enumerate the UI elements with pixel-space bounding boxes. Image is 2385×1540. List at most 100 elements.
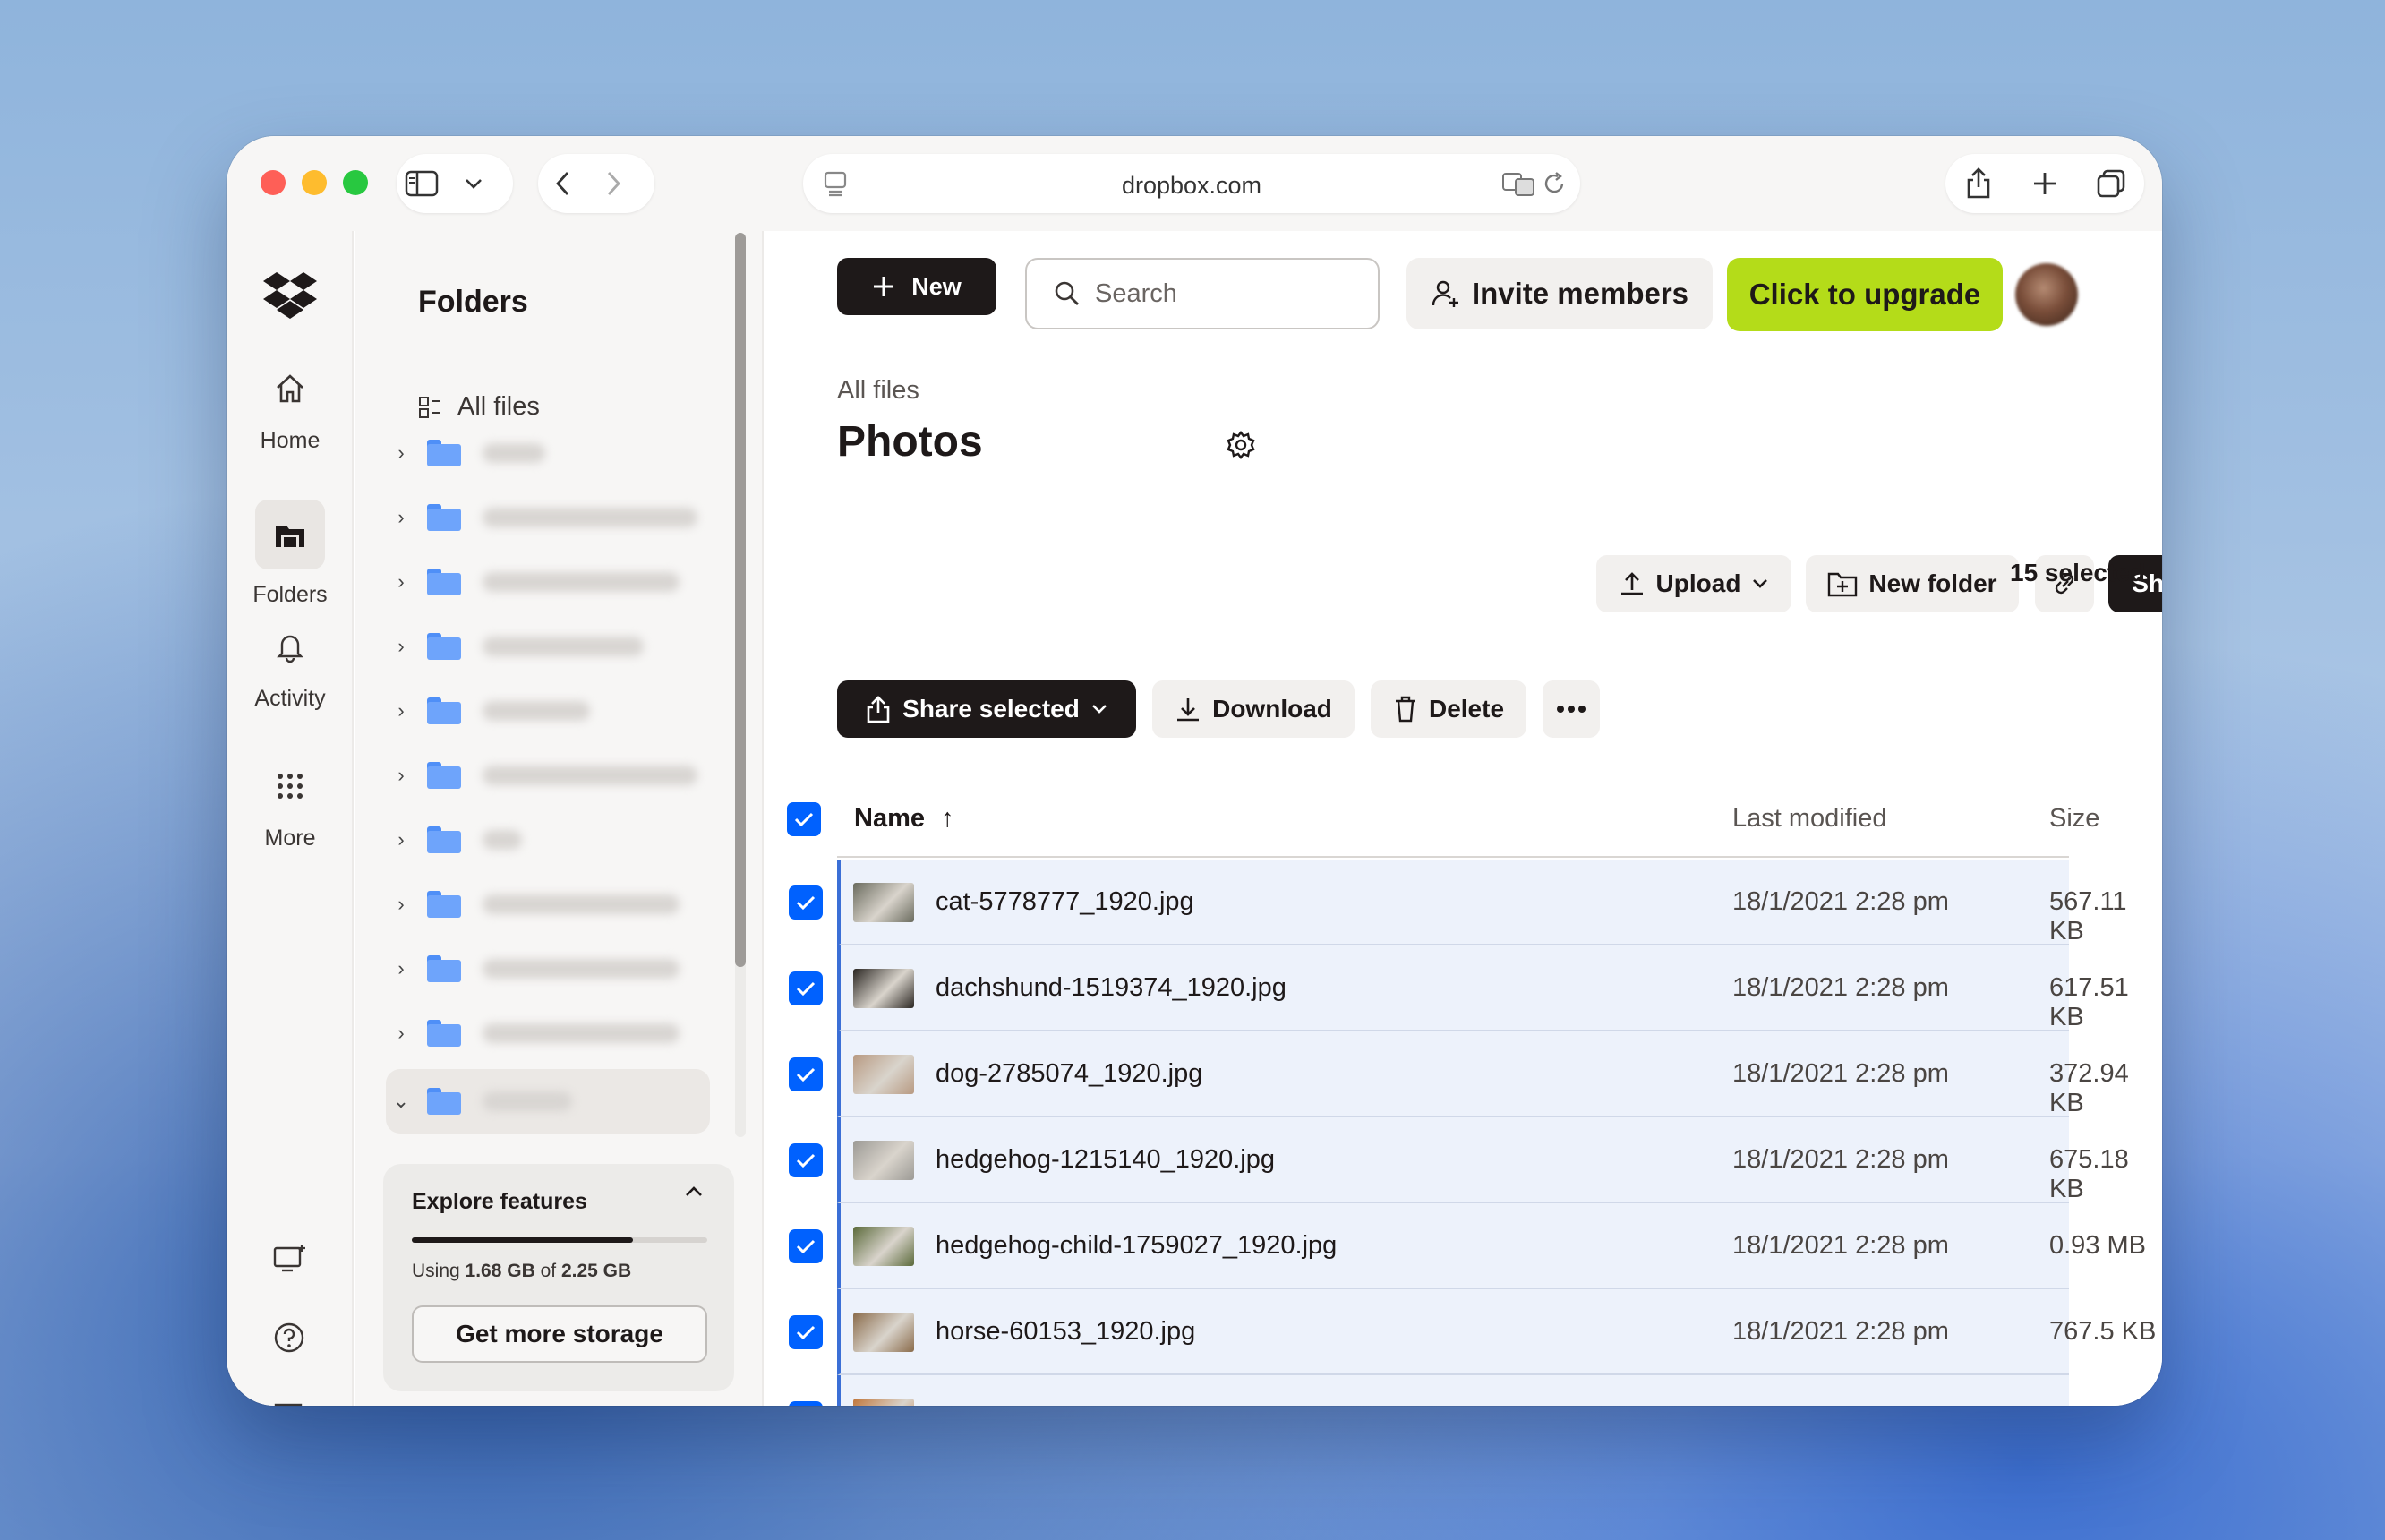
file-name[interactable]: dog-2785074_1920.jpg bbox=[936, 1059, 1202, 1089]
browser-actions bbox=[1945, 154, 2144, 213]
folder-row[interactable]: › bbox=[386, 491, 708, 544]
chevron-right-icon[interactable]: › bbox=[386, 441, 416, 465]
maximize-window-button[interactable] bbox=[343, 170, 368, 195]
rail-item-label: Folders bbox=[252, 582, 328, 607]
rail-item-folders[interactable]: Folders bbox=[227, 500, 354, 608]
rail-item-more[interactable]: More bbox=[227, 759, 354, 851]
new-button[interactable]: New bbox=[837, 258, 996, 315]
close-window-button[interactable] bbox=[261, 170, 286, 195]
folder-row[interactable]: › bbox=[386, 877, 708, 931]
file-name[interactable]: dachshund-1519374_1920.jpg bbox=[936, 973, 1287, 1003]
table-row[interactable]: dog-2785074_1920.jpg 18/1/2021 2:28 pm 372… bbox=[765, 1031, 2162, 1117]
chevron-down-icon[interactable]: ⌄ bbox=[386, 1090, 416, 1113]
table-row[interactable]: hedgehog-1215140_1920.jpg 18/1/2021 2:28 … bbox=[765, 1117, 2162, 1203]
chevron-right-icon[interactable]: › bbox=[386, 570, 416, 594]
folder-icon bbox=[427, 891, 461, 918]
new-tab-icon[interactable] bbox=[2020, 158, 2070, 209]
file-size: 617.51 KB bbox=[2049, 973, 2129, 1031]
table-row[interactable]: hedgehog-child-1759027_1920.jpg 18/1/2021… bbox=[765, 1203, 2162, 1289]
file-name[interactable]: horse-60153_1920.jpg bbox=[936, 1317, 1195, 1347]
check-icon bbox=[796, 1067, 816, 1082]
folder-row[interactable]: › bbox=[386, 1006, 708, 1060]
last-modified: 18/1/2021 2:28 pm bbox=[1732, 973, 1949, 1002]
tabs-overview-icon[interactable] bbox=[2086, 158, 2136, 209]
column-header-size[interactable]: Size bbox=[2049, 804, 2099, 834]
download-label: Download bbox=[1212, 695, 1332, 723]
chevron-right-icon[interactable]: › bbox=[386, 764, 416, 787]
folders-scrollbar[interactable] bbox=[735, 233, 746, 967]
shared-folder-icon bbox=[427, 697, 461, 724]
chevron-right-icon[interactable]: › bbox=[386, 828, 416, 851]
table-header: Name ↑ Last modified Size bbox=[765, 779, 2162, 858]
delete-button[interactable]: Delete bbox=[1371, 680, 1526, 738]
more-actions-button[interactable] bbox=[1543, 680, 1600, 738]
folder-row[interactable]: › bbox=[386, 813, 708, 867]
chevron-right-icon[interactable]: › bbox=[386, 1022, 416, 1045]
file-name[interactable]: horse-1201143_1920.jpg bbox=[936, 1403, 1222, 1406]
file-name[interactable]: cat-5778777_1920.jpg bbox=[936, 887, 1194, 917]
download-button[interactable]: Download bbox=[1152, 680, 1355, 738]
reload-icon[interactable] bbox=[1543, 170, 1568, 201]
gear-icon[interactable] bbox=[1226, 430, 1256, 465]
folder-row[interactable]: › bbox=[386, 749, 708, 802]
chevron-right-icon[interactable]: › bbox=[386, 957, 416, 980]
table-row[interactable]: horse-1201143_1920.jpg 18/1/2021 2:28 pm 4… bbox=[765, 1375, 2162, 1406]
back-icon[interactable] bbox=[538, 158, 588, 209]
row-checkbox[interactable] bbox=[789, 1229, 823, 1263]
check-icon bbox=[796, 1153, 816, 1168]
table-row[interactable]: dachshund-1519374_1920.jpg 18/1/2021 2:28… bbox=[765, 945, 2162, 1031]
desktop-app-icon[interactable] bbox=[273, 1243, 307, 1278]
file-name[interactable]: hedgehog-1215140_1920.jpg bbox=[936, 1145, 1275, 1175]
collapse-panel-icon[interactable] bbox=[273, 1402, 303, 1406]
chevron-right-icon[interactable]: › bbox=[386, 699, 416, 723]
avatar[interactable] bbox=[2015, 263, 2078, 326]
chevron-right-icon[interactable]: › bbox=[386, 506, 416, 529]
breadcrumb[interactable]: All files bbox=[837, 376, 919, 406]
table-row[interactable]: horse-60153_1920.jpg 18/1/2021 2:28 pm 767… bbox=[765, 1289, 2162, 1375]
minimize-window-button[interactable] bbox=[302, 170, 327, 195]
select-all-checkbox[interactable] bbox=[787, 802, 821, 836]
chevron-right-icon[interactable]: › bbox=[386, 893, 416, 916]
upgrade-button[interactable]: Click to upgrade bbox=[1727, 258, 2003, 331]
row-checkbox[interactable] bbox=[789, 1401, 823, 1406]
all-files-link[interactable]: All files bbox=[418, 392, 540, 422]
rail-item-home[interactable]: Home bbox=[227, 362, 354, 454]
address-bar[interactable]: dropbox.com bbox=[803, 154, 1580, 213]
file-name[interactable]: hedgehog-child-1759027_1920.jpg bbox=[936, 1231, 1337, 1261]
folder-row[interactable]: › bbox=[386, 555, 708, 609]
folder-row[interactable]: › bbox=[386, 942, 708, 996]
row-checkbox[interactable] bbox=[789, 1315, 823, 1349]
sidebar-toggle-icon[interactable] bbox=[397, 158, 447, 209]
forward-icon[interactable] bbox=[588, 158, 638, 209]
title-bar: dropbox.com bbox=[227, 136, 2162, 231]
new-folder-button[interactable]: New folder bbox=[1806, 555, 2019, 612]
search-input[interactable]: Search bbox=[1025, 258, 1380, 329]
chevron-down-icon[interactable] bbox=[447, 158, 500, 209]
chevron-right-icon[interactable]: › bbox=[386, 635, 416, 658]
invite-members-button[interactable]: Invite members bbox=[1406, 258, 1713, 329]
get-more-storage-button[interactable]: Get more storage bbox=[412, 1305, 707, 1363]
column-header-modified[interactable]: Last modified bbox=[1732, 804, 1887, 834]
translate-icon[interactable] bbox=[1501, 170, 1537, 201]
row-checkbox[interactable] bbox=[789, 886, 823, 920]
folder-row[interactable]: › bbox=[386, 426, 708, 480]
column-header-name[interactable]: Name ↑ bbox=[854, 804, 954, 834]
upload-button[interactable]: Upload bbox=[1596, 555, 1791, 612]
share-selected-button[interactable]: Share selected bbox=[837, 680, 1136, 738]
folder-row-photos[interactable]: ⌄ bbox=[386, 1069, 710, 1134]
share-icon[interactable] bbox=[1953, 158, 2004, 209]
help-icon[interactable] bbox=[273, 1322, 305, 1358]
rail-item-activity[interactable]: Activity bbox=[227, 620, 354, 712]
row-checkbox[interactable] bbox=[789, 1057, 823, 1091]
row-checkbox[interactable] bbox=[789, 1143, 823, 1177]
sidebar-toggle-group bbox=[397, 154, 513, 213]
folder-row[interactable]: › bbox=[386, 620, 708, 673]
folder-row[interactable]: › bbox=[386, 684, 708, 738]
row-checkbox[interactable] bbox=[789, 971, 823, 1005]
chevron-up-icon[interactable] bbox=[684, 1185, 704, 1202]
table-row[interactable]: cat-5778777_1920.jpg 18/1/2021 2:28 pm 567… bbox=[765, 860, 2162, 945]
folder-name-blurred bbox=[483, 701, 590, 721]
dropbox-logo-icon[interactable] bbox=[262, 270, 318, 325]
new-folder-icon bbox=[1828, 572, 1858, 597]
storage-progress-fill bbox=[412, 1237, 633, 1243]
